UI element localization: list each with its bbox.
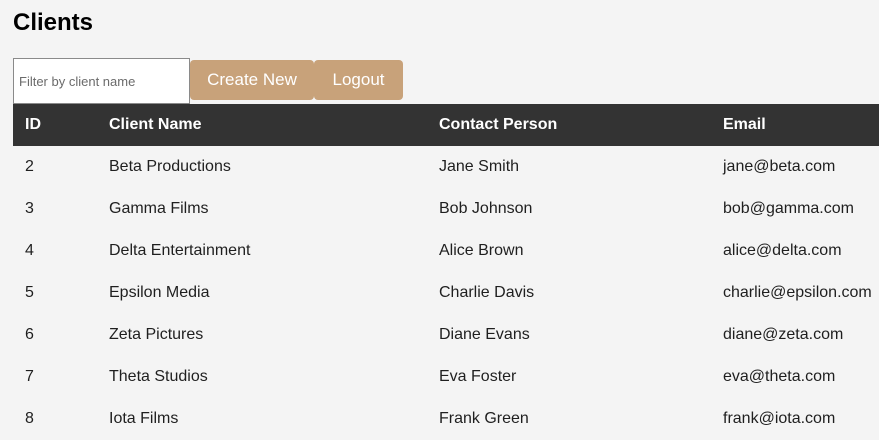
- cell-email: bob@gamma.com: [723, 200, 854, 217]
- cell-client-name: Epsilon Media: [109, 284, 210, 301]
- cell-contact-person: Bob Johnson: [439, 200, 533, 217]
- column-header-email[interactable]: Email: [711, 104, 879, 146]
- cell-email: jane@beta.com: [723, 158, 836, 175]
- page-title: Clients: [13, 9, 94, 36]
- logout-button[interactable]: Logout: [314, 60, 403, 100]
- cell-id: 6: [25, 326, 34, 343]
- cell-client-name: Theta Studios: [109, 368, 208, 385]
- cell-contact-person: Charlie Davis: [439, 284, 535, 301]
- cell-id: 2: [25, 158, 34, 175]
- cell-client-name: Gamma Films: [109, 200, 209, 217]
- cell-contact-person: Alice Brown: [439, 242, 524, 259]
- filter-input[interactable]: [13, 58, 190, 104]
- cell-client-name: Zeta Pictures: [109, 326, 204, 343]
- cell-client-name: Beta Productions: [109, 158, 231, 175]
- column-header-client-name[interactable]: Client Name: [97, 104, 427, 146]
- cell-id: 4: [25, 242, 34, 259]
- cell-id: 5: [25, 284, 34, 301]
- column-header-id[interactable]: ID: [13, 104, 97, 146]
- column-header-contact-person[interactable]: Contact Person: [427, 104, 711, 146]
- table-row[interactable]: 6 Zeta Pictures Diane Evans diane@zeta.c…: [13, 314, 879, 356]
- cell-email: diane@zeta.com: [723, 326, 844, 343]
- cell-email: alice@delta.com: [723, 242, 842, 259]
- cell-email: charlie@epsilon.com: [723, 284, 872, 301]
- cell-client-name: Delta Entertainment: [109, 242, 251, 259]
- table-row[interactable]: 3 Gamma Films Bob Johnson bob@gamma.com: [13, 188, 879, 230]
- cell-contact-person: Jane Smith: [439, 158, 520, 175]
- create-new-button[interactable]: Create New: [190, 60, 314, 100]
- cell-contact-person: Eva Foster: [439, 368, 517, 385]
- toolbar: Create New Logout: [13, 58, 403, 104]
- cell-email: eva@theta.com: [723, 368, 836, 385]
- table-row[interactable]: 4 Delta Entertainment Alice Brown alice@…: [13, 230, 879, 272]
- cell-id: 7: [25, 368, 34, 385]
- table-row[interactable]: 5 Epsilon Media Charlie Davis charlie@ep…: [13, 272, 879, 314]
- cell-id: 3: [25, 200, 34, 217]
- table-row[interactable]: 2 Beta Productions Jane Smith jane@beta.…: [13, 146, 879, 188]
- table-row[interactable]: 7 Theta Studios Eva Foster eva@theta.com: [13, 356, 879, 398]
- clients-table: ID Client Name Contact Person Email 2 Be…: [13, 104, 879, 440]
- table-header-row: ID Client Name Contact Person Email: [13, 104, 879, 146]
- cell-contact-person: Diane Evans: [439, 326, 530, 343]
